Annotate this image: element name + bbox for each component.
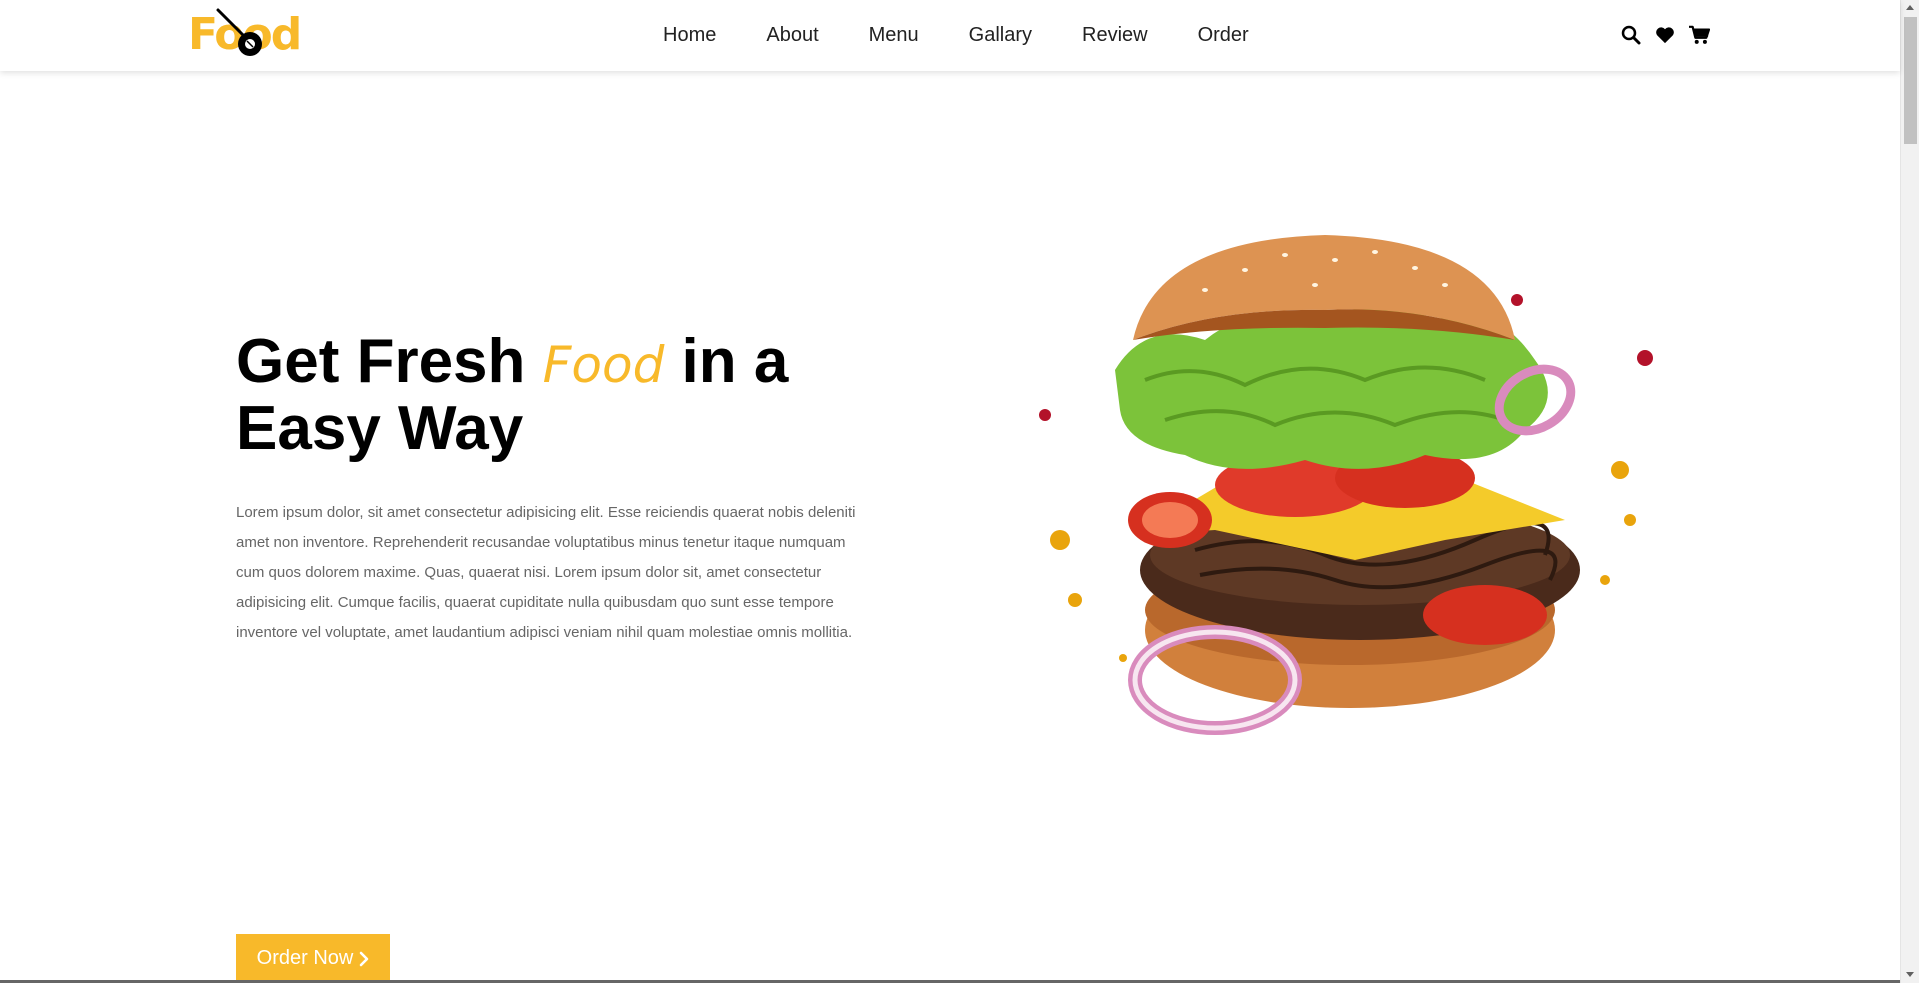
heart-icon[interactable]	[1654, 24, 1676, 46]
hero-title-part2: in a	[664, 327, 789, 396]
scroll-thumb[interactable]	[1904, 17, 1917, 144]
main-nav: Home About Menu Gallary Review Order	[663, 22, 1299, 48]
order-now-label: Order Now	[256, 947, 354, 969]
hero-title: Get Fresh Food in a Easy Way	[236, 330, 788, 461]
nav-home[interactable]: Home	[663, 22, 716, 48]
header-icons	[1620, 24, 1710, 46]
nav-gallary[interactable]: Gallary	[969, 22, 1032, 48]
frying-pan-icon	[216, 8, 262, 56]
logo[interactable]: Food	[188, 4, 302, 64]
hero-title-line2: Easy Way	[236, 394, 524, 463]
cart-icon[interactable]	[1688, 24, 1710, 46]
page-scrollbar[interactable]	[1900, 0, 1919, 983]
nav-menu[interactable]: Menu	[869, 22, 919, 48]
order-now-button[interactable]: Order Now	[236, 934, 390, 983]
chevron-right-icon	[360, 951, 369, 966]
search-icon[interactable]	[1620, 24, 1642, 46]
nav-order[interactable]: Order	[1198, 22, 1249, 48]
nav-about[interactable]: About	[766, 22, 818, 48]
scroll-down-arrow-icon[interactable]	[1906, 972, 1914, 977]
burger-image	[1039, 235, 1653, 735]
scroll-up-arrow-icon[interactable]	[1906, 5, 1914, 10]
hero-description: Lorem ipsum dolor, sit amet consectetur …	[236, 504, 856, 641]
hero-title-accent: Food	[542, 336, 665, 394]
site-header: Food Home About Menu Gallary Review Orde…	[0, 0, 1900, 71]
nav-review[interactable]: Review	[1082, 22, 1148, 48]
hero-title-part1: Get Fresh	[236, 327, 543, 396]
